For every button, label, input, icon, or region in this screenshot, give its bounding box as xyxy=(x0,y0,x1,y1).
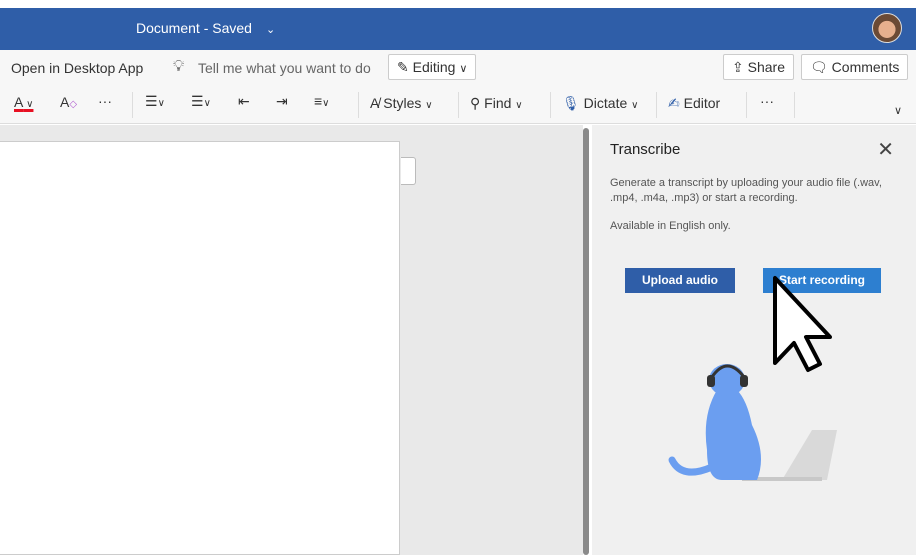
document-title[interactable]: Document - Saved ⌄ xyxy=(136,20,275,36)
editing-label: Editing xyxy=(412,59,456,75)
lightbulb-icon: 💡︎ xyxy=(173,58,185,75)
more-options-button[interactable]: ··· xyxy=(760,93,774,109)
increase-indent-icon[interactable]: ⇥ xyxy=(276,93,288,110)
document-canvas xyxy=(0,125,583,555)
search-icon: ⚲ xyxy=(470,95,485,111)
divider xyxy=(358,92,359,118)
panel-description: Generate a transcript by uploading your … xyxy=(610,177,882,204)
comments-label: Comments xyxy=(831,59,900,75)
ribbon-top: Open in Desktop App 💡︎ Tell me what you … xyxy=(0,50,916,86)
mouse-cursor xyxy=(773,276,832,372)
share-label: Share xyxy=(747,59,785,75)
title-bar: Document - Saved ⌄ xyxy=(0,8,916,50)
transcribe-panel: Transcribe ✕ Generate a transcript by up… xyxy=(592,125,916,555)
editor-button[interactable]: ✍︎ Editor xyxy=(668,95,720,112)
availability-note: Available in English only. xyxy=(610,220,731,232)
styles-button[interactable]: A̸ Styles ∨ xyxy=(370,95,433,111)
avatar[interactable] xyxy=(872,13,902,43)
numbering-icon[interactable]: ☰∨ xyxy=(191,93,211,110)
share-button[interactable]: ⇪ Share xyxy=(723,54,794,80)
editing-mode-button[interactable]: ✎ Editing ∨ xyxy=(388,54,477,80)
comments-button[interactable]: 🗨︎ Comments xyxy=(801,54,909,80)
close-icon[interactable]: ✕ xyxy=(877,137,894,162)
divider xyxy=(794,92,795,118)
find-button[interactable]: ⚲ Find ∨ xyxy=(470,95,523,112)
divider xyxy=(458,92,459,118)
chevron-down-icon: ∨ xyxy=(459,63,468,75)
dictate-button[interactable]: 🎙︎ Dictate ∨ xyxy=(562,95,638,112)
chevron-down-icon[interactable]: ⌄ xyxy=(266,24,275,36)
editor-icon: ✍︎ xyxy=(668,95,684,111)
divider xyxy=(132,92,133,118)
upload-audio-button[interactable]: Upload audio xyxy=(625,268,735,293)
document-page[interactable] xyxy=(0,141,400,555)
title-text: Document - Saved xyxy=(136,20,252,36)
find-label: Find xyxy=(484,95,512,111)
highlight-icon[interactable]: A◇ xyxy=(60,94,77,110)
share-icon: ⇪ xyxy=(732,59,748,75)
editor-label: Editor xyxy=(683,95,721,111)
styles-label: Styles xyxy=(383,95,422,111)
divider xyxy=(746,92,747,118)
styles-icon: A̸ xyxy=(370,95,384,111)
decrease-indent-icon[interactable]: ⇤ xyxy=(238,93,250,110)
divider xyxy=(656,92,657,118)
divider xyxy=(550,92,551,118)
pencil-icon: ✎ xyxy=(397,59,413,75)
align-icon[interactable]: ≡∨ xyxy=(314,93,330,109)
ribbon-toolbar: A ∨ A◇ ··· ☰∨ ☰∨ ⇤ ⇥ ≡∨ A̸ Styles ∨ ⚲ Fi… xyxy=(0,86,916,124)
expand-ribbon-icon[interactable]: ∨ xyxy=(894,104,902,117)
open-desktop-app-button[interactable]: Open in Desktop App xyxy=(11,60,143,76)
bullets-icon[interactable]: ☰∨ xyxy=(145,93,165,110)
panel-title: Transcribe xyxy=(610,141,681,158)
microphone-icon: 🎙︎ xyxy=(562,95,584,111)
more-font-icon[interactable]: ··· xyxy=(98,93,112,109)
scrollbar[interactable] xyxy=(583,128,589,555)
font-color-button[interactable]: A ∨ xyxy=(14,94,33,110)
dictate-label: Dictate xyxy=(583,95,628,111)
page-marker xyxy=(401,157,416,185)
tell-me-input[interactable]: Tell me what you want to do xyxy=(198,60,371,76)
comment-icon: 🗨︎ xyxy=(810,59,832,75)
